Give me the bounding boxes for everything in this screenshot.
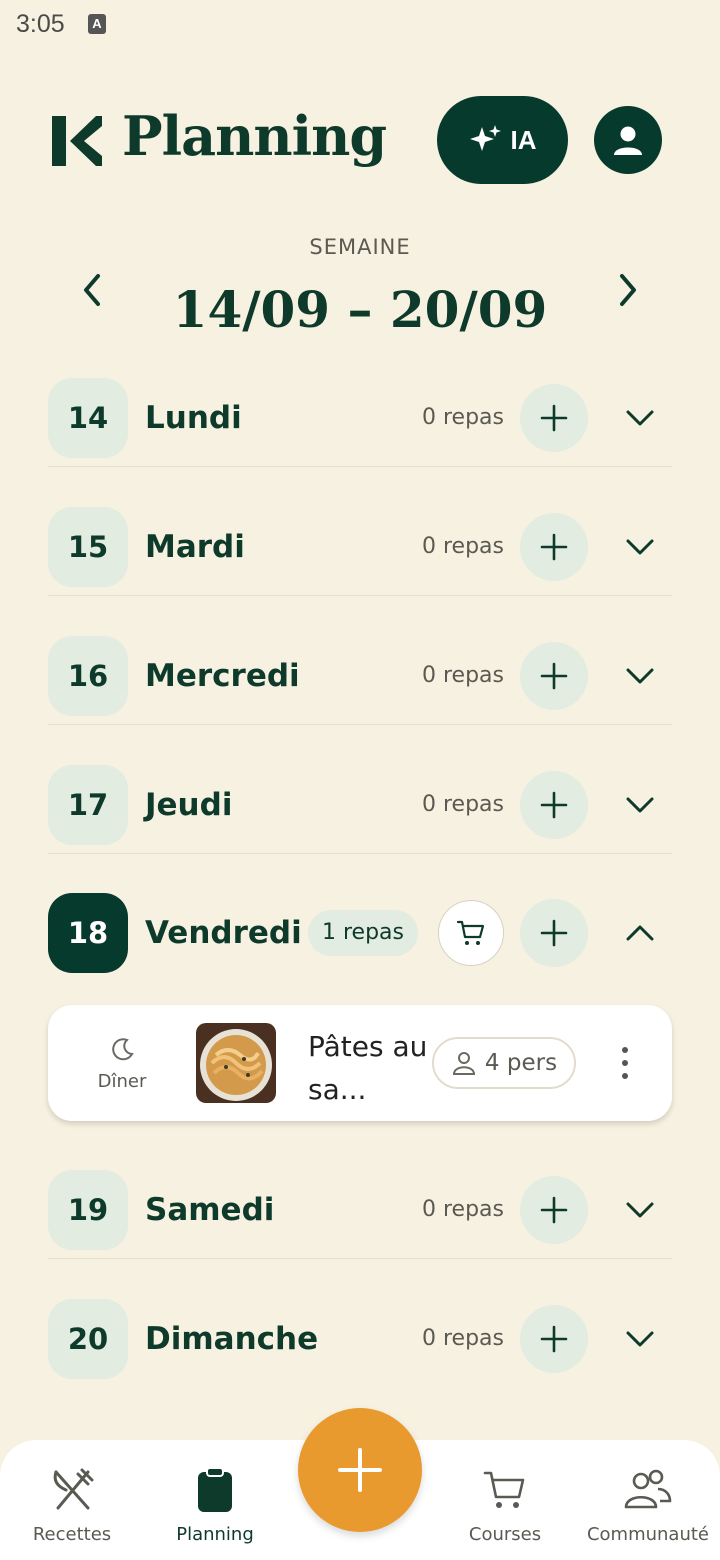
nav-label: Courses xyxy=(468,1524,542,1545)
nav-item-courses[interactable]: Courses xyxy=(433,1464,577,1545)
day-row-jeudi: 17 Jeudi 0 repas xyxy=(48,765,672,854)
chevron-down-icon xyxy=(626,410,654,426)
servings-label: 4 pers xyxy=(484,1050,558,1076)
add-meal-button[interactable] xyxy=(520,384,588,452)
plus-icon xyxy=(540,1196,568,1224)
day-number: 14 xyxy=(48,378,128,458)
moon-icon xyxy=(112,1038,134,1061)
add-meal-button[interactable] xyxy=(520,1305,588,1373)
cart-icon xyxy=(456,920,485,945)
expand-day-button[interactable] xyxy=(620,785,660,825)
nav-item-recettes[interactable]: Recettes xyxy=(0,1464,144,1545)
status-time: 3:05 xyxy=(16,10,65,38)
status-notification-icon: A xyxy=(88,14,106,34)
add-meal-button[interactable] xyxy=(520,899,588,967)
nav-label: Communauté xyxy=(586,1524,710,1545)
day-row-lundi: 14 Lundi 0 repas xyxy=(48,378,672,467)
status-bar: 3:05 A xyxy=(0,0,720,52)
day-name: Lundi xyxy=(145,400,242,436)
plus-icon xyxy=(540,791,568,819)
day-number: 15 xyxy=(48,507,128,587)
chevron-down-icon xyxy=(626,797,654,813)
nav-item-communaute[interactable]: Communauté xyxy=(576,1464,720,1545)
plus-icon xyxy=(540,919,568,947)
servings-chip[interactable]: 4 pers xyxy=(432,1037,576,1089)
meal-count: 0 repas xyxy=(422,663,504,688)
chevron-up-icon xyxy=(626,925,654,941)
clipboard-icon xyxy=(198,1467,232,1512)
plus-icon xyxy=(540,1325,568,1353)
ia-button-label: IA xyxy=(510,124,537,155)
meal-card[interactable]: Dîner Pâtes au sa... 4 pers xyxy=(48,1005,672,1121)
add-to-cart-button[interactable] xyxy=(438,900,504,966)
day-number: 18 xyxy=(48,893,128,973)
meal-count: 0 repas xyxy=(422,792,504,817)
day-row-dimanche: 20 Dimanche 0 repas xyxy=(48,1299,672,1379)
page-title: Planning xyxy=(122,104,387,168)
chevron-right-icon xyxy=(620,274,636,306)
expand-day-button[interactable] xyxy=(620,527,660,567)
nav-item-planning[interactable]: Planning xyxy=(143,1464,287,1545)
add-meal-button[interactable] xyxy=(520,1176,588,1244)
expand-day-button[interactable] xyxy=(620,398,660,438)
day-row-samedi: 19 Samedi 0 repas xyxy=(48,1170,672,1259)
k-logo-icon xyxy=(52,116,102,166)
chevron-down-icon xyxy=(626,1331,654,1347)
day-name: Mercredi xyxy=(145,658,300,694)
meal-count: 0 repas xyxy=(422,1326,504,1351)
add-meal-button[interactable] xyxy=(520,642,588,710)
meal-count-badge: 1 repas xyxy=(308,910,418,956)
day-name: Mardi xyxy=(145,529,245,565)
day-name: Jeudi xyxy=(145,787,233,823)
next-week-button[interactable] xyxy=(608,270,648,310)
add-meal-button[interactable] xyxy=(520,771,588,839)
week-label: SEMAINE xyxy=(309,235,411,259)
ia-button[interactable]: IA xyxy=(437,96,568,184)
day-number: 17 xyxy=(48,765,128,845)
expand-day-button[interactable] xyxy=(620,656,660,696)
nav-label: Recettes xyxy=(32,1524,112,1545)
utensils-icon xyxy=(53,1468,94,1510)
plus-icon xyxy=(540,404,568,432)
day-row-mardi: 15 Mardi 0 repas xyxy=(48,507,672,596)
users-icon xyxy=(624,1469,672,1509)
day-number: 16 xyxy=(48,636,128,716)
expand-day-button[interactable] xyxy=(620,1319,660,1359)
meal-count: 0 repas xyxy=(422,405,504,430)
add-meal-button[interactable] xyxy=(520,513,588,581)
cart-icon xyxy=(483,1471,525,1508)
week-navigator: SEMAINE 14/09 – 20/09 xyxy=(0,230,720,350)
expand-day-button[interactable] xyxy=(620,1190,660,1230)
chevron-down-icon xyxy=(626,668,654,684)
add-fab-button[interactable] xyxy=(298,1408,422,1532)
more-options-icon[interactable] xyxy=(610,1043,640,1083)
day-row-mercredi: 16 Mercredi 0 repas xyxy=(48,636,672,725)
chevron-down-icon xyxy=(626,1202,654,1218)
plus-icon xyxy=(338,1448,382,1492)
day-name: Samedi xyxy=(145,1192,275,1228)
meal-count: 0 repas xyxy=(422,1197,504,1222)
day-name: Vendredi xyxy=(145,915,302,951)
meal-type: Dîner xyxy=(82,1035,162,1092)
day-number: 20 xyxy=(48,1299,128,1379)
chevron-down-icon xyxy=(626,539,654,555)
day-name: Dimanche xyxy=(145,1321,319,1357)
sparkles-icon xyxy=(469,125,501,151)
collapse-day-button[interactable] xyxy=(620,913,660,953)
day-row-vendredi: 18 Vendredi 1 repas xyxy=(48,893,672,973)
person-icon xyxy=(452,1052,475,1075)
app-header: Planning IA xyxy=(0,90,720,190)
plus-icon xyxy=(540,662,568,690)
nav-label: Planning xyxy=(176,1524,254,1545)
plus-icon xyxy=(540,533,568,561)
meal-image xyxy=(196,1023,276,1103)
meal-title: Pâtes au sa... xyxy=(308,1030,428,1106)
meal-count: 0 repas xyxy=(422,534,504,559)
user-icon xyxy=(614,126,642,155)
day-number: 19 xyxy=(48,1170,128,1250)
profile-button[interactable] xyxy=(594,106,662,174)
meal-type-label: Dîner xyxy=(97,1071,147,1092)
